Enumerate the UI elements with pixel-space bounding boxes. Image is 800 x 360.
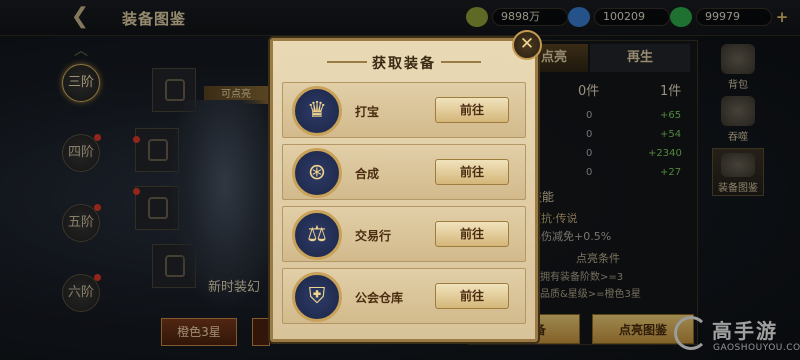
- source-name: 合成: [355, 167, 380, 181]
- source-name: 交易行: [355, 229, 392, 243]
- source-row-trading-house: ⚖ 交易行 前往: [282, 206, 526, 262]
- source-row-guild-warehouse: ⛨ 公会仓库 前往: [282, 268, 526, 324]
- close-icon[interactable]: ✕: [512, 30, 542, 60]
- source-name: 公会仓库: [355, 291, 404, 305]
- title-ornament: [441, 61, 481, 63]
- guild-shield-icon: ⛨: [292, 272, 342, 322]
- go-treasure-button[interactable]: 前往: [435, 97, 509, 123]
- source-row-treasure: ♛ 打宝 前往: [282, 82, 526, 138]
- dialog-title: 获取装备: [372, 56, 436, 72]
- go-synthesis-button[interactable]: 前往: [435, 159, 509, 185]
- synthesis-icon: ⊛: [292, 148, 342, 198]
- go-guild-warehouse-button[interactable]: 前往: [435, 283, 509, 309]
- emblem-glyph: ♛: [307, 98, 327, 123]
- boss-mask-icon: ♛: [292, 86, 342, 136]
- emblem-glyph: ⊛: [307, 160, 327, 185]
- emblem-glyph: ⚖: [307, 222, 327, 247]
- emblem-glyph: ⛨: [308, 284, 326, 309]
- source-row-synthesis: ⊛ 合成 前往: [282, 144, 526, 200]
- go-trading-house-button[interactable]: 前往: [435, 221, 509, 247]
- source-name: 打宝: [355, 105, 380, 119]
- scales-icon: ⚖: [292, 210, 342, 260]
